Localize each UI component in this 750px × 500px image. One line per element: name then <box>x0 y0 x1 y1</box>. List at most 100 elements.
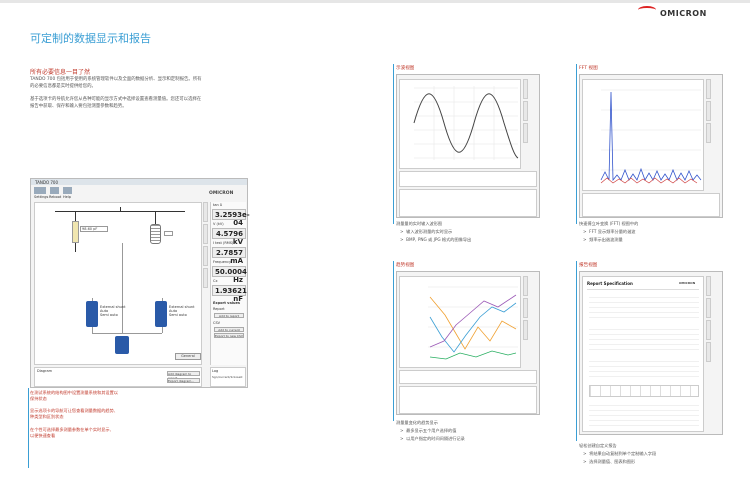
log-panel: Log Sgn/current/1nlose0 <box>210 367 246 387</box>
logo-icon <box>638 6 656 14</box>
wave-tab-1[interactable] <box>523 79 528 99</box>
brand-logo: OMICRON <box>660 9 707 18</box>
right-shunt-options: External shunt Auto Semi auto <box>169 305 194 317</box>
help-icon[interactable] <box>63 187 72 194</box>
capacitor-icon <box>72 221 79 243</box>
readings-panel: tan δ 3.2593e-04 V (kV) 4.5796 kV I test… <box>210 202 250 365</box>
ref-capacitance-input[interactable]: 98.60 pF <box>80 226 108 232</box>
export-diagram-button[interactable]: Export diagram... <box>167 378 200 383</box>
circuit-diagram: 98.60 pF External shunt Auto Semi auto E… <box>34 202 202 365</box>
add-diagram-button[interactable]: Add diagram to report <box>167 371 200 380</box>
wave-tab-2[interactable] <box>523 101 528 121</box>
fft-view-window <box>579 74 723 218</box>
report-label: Report <box>213 307 225 311</box>
app-window: TANDO 700 Settings Reboot Help OMICRON 9… <box>30 178 250 388</box>
intro-heading: 所有必要信息一目了然 <box>30 69 91 76</box>
source-unit <box>115 336 129 354</box>
left-shunt-options: External shunt Auto Semi auto <box>100 305 125 317</box>
intro-paragraph-1: TANDO 700 包括用于使用的系统管理软件以及全面的数据分析、显示和定制报告… <box>30 77 202 89</box>
tab-trend[interactable] <box>203 246 208 266</box>
wave-bullet-2: > BMP, PNG 或 JPG 格式的图像导出 <box>400 237 472 242</box>
settings-icon[interactable] <box>34 187 46 194</box>
csv-label: CSV <box>213 321 221 325</box>
fft-chart <box>582 79 704 191</box>
report-general-section <box>589 293 699 321</box>
add-to-csv-button[interactable]: Add to current CSV <box>214 327 244 336</box>
menu-settings[interactable]: Settings <box>34 195 48 199</box>
trend-bullet-2: > 以用户指定的时间间隔进行记录 <box>400 436 465 441</box>
option-semi-auto-right[interactable]: Semi auto <box>169 313 194 317</box>
fft-tab-3[interactable] <box>706 123 711 143</box>
fft-bullet-1: > FFT 显示频率分量的谐波 <box>583 229 636 234</box>
trend-settings <box>399 370 537 384</box>
log-label: Log <box>212 369 219 373</box>
voltage-value: 4.5796 kV <box>212 228 246 246</box>
wave-bullet-1: > 输入波形测量的实时显示 <box>400 229 453 234</box>
fft-tab-2[interactable] <box>706 101 711 121</box>
measurement-unit-right <box>155 301 167 327</box>
report-specification-panel: Report Specification OMICRON <box>582 276 704 432</box>
trend-tab-1[interactable] <box>523 276 528 296</box>
trend-bullet-1: > 最多显示五个用户选择的值 <box>400 428 457 433</box>
fft-plot <box>600 89 702 184</box>
report-asset-section <box>589 325 699 353</box>
measurement-unit-left <box>86 301 98 327</box>
report-view-label: 报告视图 <box>579 263 598 268</box>
report-comment-section <box>589 357 699 381</box>
reboot-icon[interactable] <box>50 187 59 194</box>
export-csv-button[interactable]: Export to new CSV <box>214 333 244 338</box>
fft-settings <box>582 193 720 217</box>
report-heading: Report Specification <box>587 281 633 286</box>
wave-view-label: 示波视图 <box>396 66 415 71</box>
tab-results[interactable] <box>203 202 208 222</box>
tab-fft[interactable] <box>203 224 208 244</box>
menu-help[interactable]: Help <box>63 195 71 199</box>
title-bar: TANDO 700 <box>31 179 247 185</box>
wave-settings <box>399 171 537 187</box>
tan-delta-label: tan δ <box>213 203 222 207</box>
report-brand: OMICRON <box>679 281 696 285</box>
trend-view-line <box>393 261 394 421</box>
fft-view-label: FFT 视图 <box>579 66 598 71</box>
waveform-plot <box>413 86 519 160</box>
callout-3: 在个性可选择最多测量参数在单个实时显示、 以便快速查看 <box>30 427 114 438</box>
report-bullet-1: > 将结果自动复制到单个定制输入字段 <box>583 451 657 456</box>
report-tab-1[interactable] <box>706 276 711 296</box>
voltage-label: V (kV) <box>213 222 224 226</box>
header-bar <box>0 0 750 3</box>
report-tab-2[interactable] <box>706 298 711 318</box>
trend-caption: 测量量变化的趋势显示 <box>396 420 438 425</box>
cx-value: 1.93621 nF <box>212 285 247 303</box>
trend-tab-2[interactable] <box>523 298 528 318</box>
report-view-window: Report Specification OMICRON <box>579 271 723 435</box>
trend-display-options <box>399 386 537 414</box>
general-button[interactable]: General <box>175 353 201 360</box>
report-bullet-2: > 选择测量值、图表和图形 <box>583 459 636 464</box>
callout-1: 在测试系统的结构图中设置测量系统和其设置以 保持状态 <box>30 390 118 401</box>
wave-display-options <box>399 189 537 217</box>
report-sections-list <box>589 401 699 429</box>
wave-tab-3[interactable] <box>523 123 528 143</box>
option-semi-auto-left[interactable]: Semi auto <box>100 313 125 317</box>
trend-plot <box>428 286 518 360</box>
diagram-label: Diagram <box>37 369 53 373</box>
tab-report[interactable] <box>203 268 208 288</box>
report-tab-4[interactable] <box>706 342 711 362</box>
trend-view-label: 趋势视图 <box>396 263 415 268</box>
fft-tab-1[interactable] <box>706 79 711 99</box>
report-results-table <box>589 385 699 397</box>
add-to-report-button[interactable]: Add to report <box>214 313 244 318</box>
trend-view-window <box>396 271 540 415</box>
report-tab-3[interactable] <box>706 320 711 340</box>
callout-line <box>28 388 29 468</box>
menu-reboot[interactable]: Reboot <box>49 195 61 199</box>
wave-caption: 测量量的实时输入波形图 <box>396 221 443 226</box>
coil-icon <box>150 224 161 244</box>
diagram-panel: Diagram Add diagram to report Export dia… <box>34 367 202 387</box>
trend-tab-3[interactable] <box>523 320 528 340</box>
callout-2: 显示选项卡的导航可让您查看测量数据的趋势、 种类型和区别状态 <box>30 408 118 419</box>
cx-value-label: Cx <box>213 279 218 283</box>
fft-bullet-2: > 频率示出谐波测量 <box>583 237 623 242</box>
window-title: TANDO 700 <box>35 179 58 185</box>
tan-delta-value: 3.2593e-04 <box>212 209 250 227</box>
